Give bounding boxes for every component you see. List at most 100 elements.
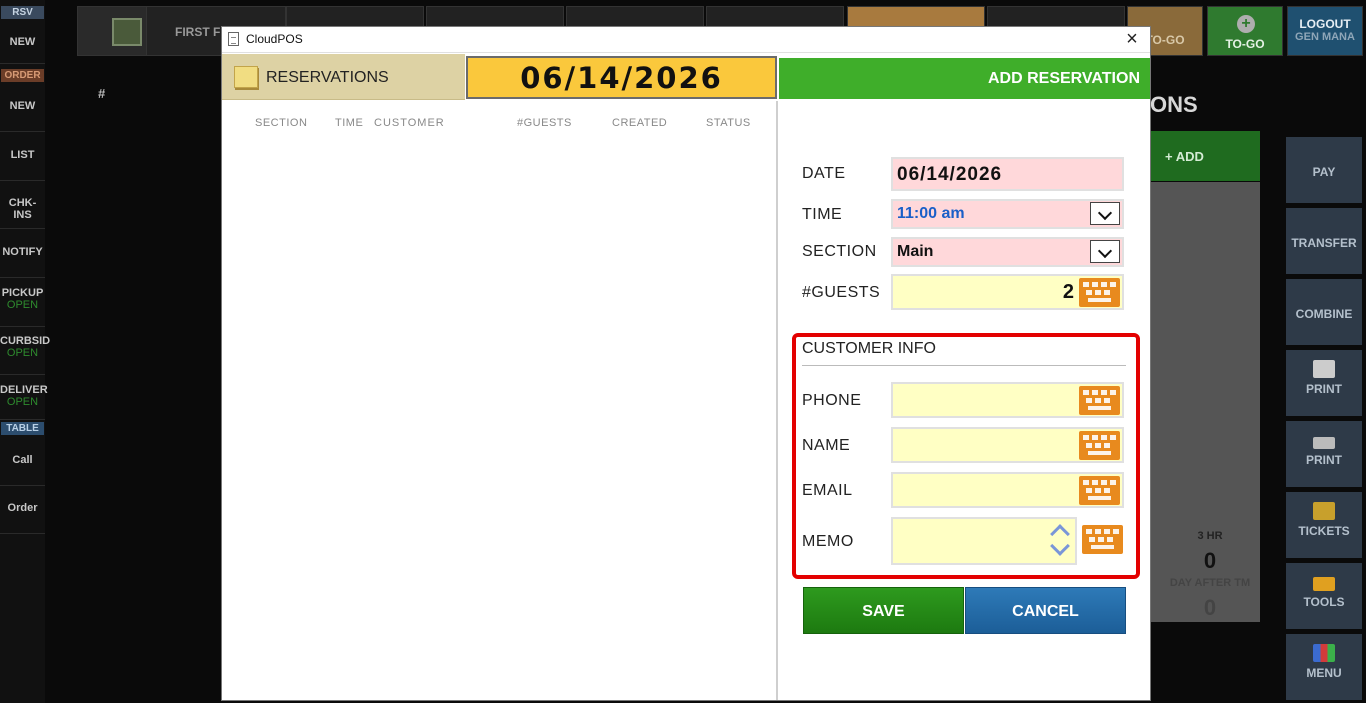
reservations-list[interactable]: SECTION TIME CUSTOMER #GUESTS CREATED ST… xyxy=(222,101,778,700)
keyboard-icon[interactable] xyxy=(1082,525,1123,554)
column-header-customer: CUSTOMER xyxy=(374,117,445,129)
cancel-button[interactable]: CANCEL xyxy=(965,587,1126,634)
nav-order[interactable]: Order xyxy=(0,502,45,534)
printer-icon xyxy=(1313,360,1335,378)
background-add-button[interactable]: + ADD xyxy=(1150,131,1260,181)
guests-label: #GUESTS xyxy=(802,284,881,301)
nav-order-new[interactable]: NEW xyxy=(0,100,45,132)
keyboard-icon[interactable] xyxy=(1079,431,1120,460)
dialog-titlebar: CloudPOS × xyxy=(222,27,1150,53)
name-label: NAME xyxy=(802,437,851,454)
time-value: 11:00 am xyxy=(897,205,965,222)
combine-button[interactable]: COMBINE xyxy=(1286,279,1362,345)
button-label: PRINT xyxy=(1306,453,1342,467)
email-field[interactable] xyxy=(891,472,1124,508)
section-value: Main xyxy=(897,243,934,260)
toolbox-icon xyxy=(1313,577,1335,591)
memo-scroll[interactable] xyxy=(1047,519,1075,563)
print-button[interactable]: PRINT xyxy=(1286,350,1362,416)
left-nav: RSV NEW ORDER NEW LIST CHK-INS NOTIFY PI… xyxy=(0,0,50,703)
logo-icon xyxy=(112,18,142,46)
nav-status: OPEN xyxy=(6,347,39,359)
keyboard-icon[interactable] xyxy=(1079,476,1120,505)
togo-label: TO-GO xyxy=(1225,37,1265,51)
nav-status: OPEN xyxy=(6,396,39,408)
phone-field[interactable] xyxy=(891,382,1124,418)
column-header-section: SECTION xyxy=(255,117,308,129)
tools-button[interactable]: TOOLS xyxy=(1286,563,1362,629)
chart-icon xyxy=(1313,644,1335,662)
reservation-form: DATE 06/14/2026 TIME 11:00 am SECTION Ma… xyxy=(780,101,1150,700)
pay-button[interactable]: PAY xyxy=(1286,137,1362,203)
email-label: EMAIL xyxy=(802,482,853,499)
button-label: TOOLS xyxy=(1303,595,1345,609)
divider xyxy=(802,365,1126,366)
nav-pickup[interactable]: PICKUP OPEN xyxy=(0,287,45,327)
nav-label: DELIVER xyxy=(0,384,48,396)
nav-chk-ins[interactable]: CHK-INS xyxy=(0,197,45,229)
section-select[interactable]: Main xyxy=(891,237,1124,267)
print-kitchen-button[interactable]: PRINT xyxy=(1286,421,1362,487)
customer-info-title: CUSTOMER INFO xyxy=(802,340,936,357)
document-icon xyxy=(228,32,239,46)
nav-delivery[interactable]: DELIVER OPEN xyxy=(0,384,48,420)
date-field[interactable]: 06/14/2026 xyxy=(891,157,1124,191)
ticket-icon xyxy=(1313,502,1335,520)
memo-label: MEMO xyxy=(802,533,854,550)
save-button[interactable]: SAVE xyxy=(803,587,964,634)
hash-label: # xyxy=(98,86,106,101)
time-label: TIME xyxy=(802,206,843,223)
reservations-dialog: CloudPOS × RESERVATIONS 06/14/2026 ADD R… xyxy=(221,26,1151,701)
nav-label: NEW xyxy=(9,36,36,48)
nav-status: OPEN xyxy=(6,299,39,311)
date-value: 06/14/2026 xyxy=(897,164,1003,185)
rsv-tag: RSV xyxy=(1,6,44,19)
keyboard-icon[interactable] xyxy=(1079,278,1120,307)
nav-label: NOTIFY xyxy=(2,246,43,258)
button-label: TICKETS xyxy=(1298,524,1350,538)
chevron-down-icon[interactable] xyxy=(1090,202,1120,225)
logout-button[interactable]: LOGOUT GEN MANA xyxy=(1287,6,1363,56)
transfer-button[interactable]: TRANSFER xyxy=(1286,208,1362,274)
button-label: PAY xyxy=(1312,165,1336,179)
sticky-note-icon xyxy=(234,66,258,88)
nav-notify[interactable]: NOTIFY xyxy=(0,246,45,278)
time-select[interactable]: 11:00 am xyxy=(891,199,1124,229)
nav-list[interactable]: LIST xyxy=(0,149,45,181)
dialog-title: CloudPOS xyxy=(246,32,303,46)
nav-label: CHK-INS xyxy=(8,197,37,221)
date-label: DATE xyxy=(802,165,846,182)
column-header-status: STATUS xyxy=(706,117,751,129)
close-button[interactable]: × xyxy=(1122,28,1142,51)
app-root: RSV NEW ORDER NEW LIST CHK-INS NOTIFY PI… xyxy=(0,0,1366,703)
date-selector[interactable]: 06/14/2026 xyxy=(466,56,777,99)
logout-label: LOGOUT xyxy=(1299,17,1351,31)
button-label: PRINT xyxy=(1306,382,1342,396)
nav-rsv-new[interactable]: NEW xyxy=(0,36,45,64)
togo-add-button[interactable]: + TO-GO xyxy=(1207,6,1283,56)
stat-label: 3 HR xyxy=(1197,530,1223,542)
chevron-down-icon[interactable] xyxy=(1050,536,1070,556)
logout-user: GEN MANA xyxy=(1295,31,1355,43)
reservations-header: RESERVATIONS xyxy=(222,54,465,100)
add-reservation-button[interactable]: ADD RESERVATION xyxy=(779,58,1150,99)
guests-value: 2 xyxy=(1062,281,1074,303)
phone-label: PHONE xyxy=(802,392,862,409)
background-stats-panel: 3 HR 0 DAY AFTER TM 0 xyxy=(1150,182,1260,622)
reservations-title: RESERVATIONS xyxy=(266,69,389,86)
menu-button[interactable]: MENU xyxy=(1286,634,1362,700)
nav-label: CURBSID xyxy=(0,335,51,347)
stat-value: 0 xyxy=(1203,595,1217,620)
nav-label: Order xyxy=(7,502,38,514)
nav-curbside[interactable]: CURBSID OPEN xyxy=(0,335,50,375)
nav-call[interactable]: Call xyxy=(0,454,45,486)
plus-icon: + xyxy=(1237,15,1255,33)
name-field[interactable] xyxy=(891,427,1124,463)
guests-field[interactable]: 2 xyxy=(891,274,1124,310)
chevron-down-icon[interactable] xyxy=(1090,240,1120,263)
table-tag: TABLE xyxy=(1,422,44,435)
tickets-button[interactable]: TICKETS xyxy=(1286,492,1362,558)
stat-label: DAY AFTER TM xyxy=(1169,577,1251,589)
keyboard-icon[interactable] xyxy=(1079,386,1120,415)
background-title: ONS xyxy=(1150,92,1198,117)
